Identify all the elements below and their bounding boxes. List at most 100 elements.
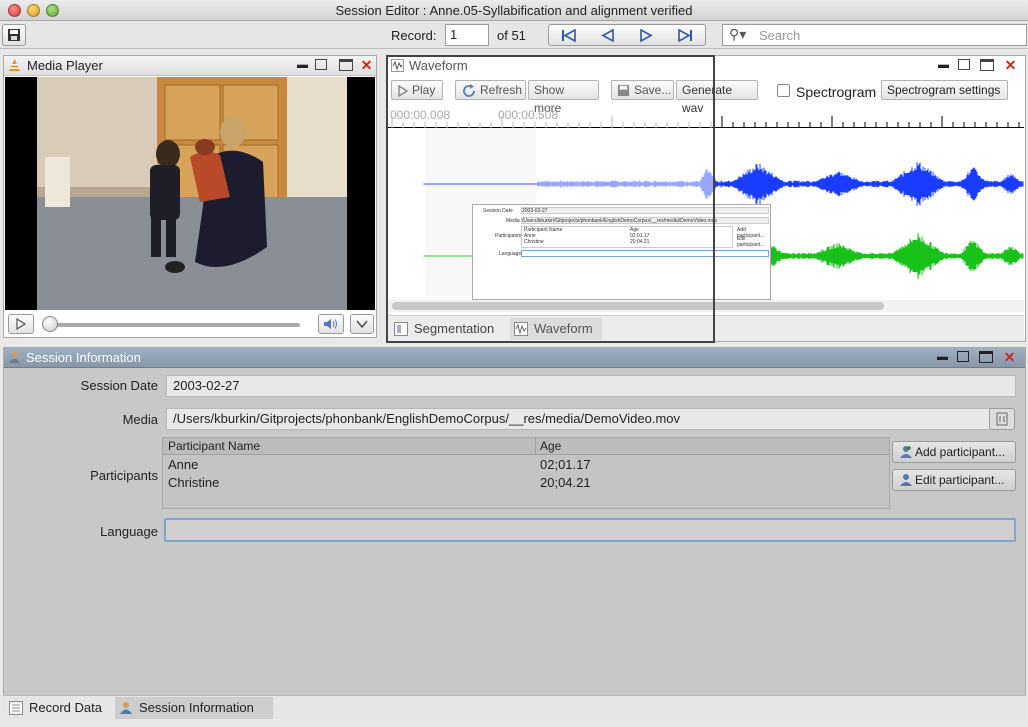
minimize-window-icon[interactable]	[27, 4, 40, 17]
participant-name: Anne	[168, 457, 199, 472]
waveform-title: Waveform	[409, 58, 468, 73]
waveform-header: Waveform ▬ ✕	[387, 56, 1025, 76]
thumb-media: /Users/kburkin/Gitprojects/phonbank/Engl…	[521, 217, 769, 224]
tab-record-data-label: Record Data	[29, 700, 102, 715]
thumb-participants-label: Participants	[495, 233, 522, 239]
edit-participant-label: Edit participant...	[915, 473, 1005, 487]
video-still-image	[37, 77, 347, 310]
session-information-title: Session Information	[26, 350, 141, 365]
tab-session-information-label: Session Information	[139, 700, 254, 715]
waveform-play-button[interactable]: Play	[391, 80, 443, 100]
add-participant-label: Add participant...	[915, 445, 1006, 459]
drag-preview-thumbnail: Session Date 2003-02-27 Media /Users/kbu…	[472, 204, 771, 300]
previous-record-icon[interactable]	[601, 29, 615, 42]
waveform-scroll-thumb[interactable]	[392, 302, 884, 310]
zoom-window-icon[interactable]	[46, 4, 59, 17]
media-player-header: Media Player ▬ ✕	[4, 56, 376, 76]
browse-media-button[interactable]	[989, 408, 1015, 430]
last-record-icon[interactable]	[677, 29, 693, 42]
spectrogram-checkbox[interactable]	[777, 84, 790, 97]
refresh-button[interactable]: Refresh	[455, 80, 526, 100]
thumb-row-age: 20;04.21	[630, 239, 650, 245]
record-number-input[interactable]: 1	[445, 24, 489, 46]
header-participant-name[interactable]: Participant Name	[168, 438, 260, 455]
volume-button[interactable]	[318, 314, 344, 334]
spectrogram-settings-button[interactable]: Spectrogram settings	[881, 80, 1008, 100]
waveform-scrollbar[interactable]	[388, 300, 1024, 312]
waveform-icon	[514, 322, 528, 336]
close-panel-icon[interactable]: ✕	[360, 58, 373, 72]
video-frame[interactable]	[5, 77, 375, 310]
search-input[interactable]: ⚲▾ Search	[722, 24, 1027, 46]
add-participant-button[interactable]: Add participant...	[892, 441, 1016, 463]
tab-segmentation-label: Segmentation	[414, 321, 495, 336]
float-panel-icon[interactable]	[957, 351, 969, 362]
tab-waveform[interactable]: Waveform	[510, 318, 602, 340]
tab-record-data[interactable]: Record Data	[5, 697, 113, 719]
toolbar: Record: 1 of 51 ⚲▾ Search	[0, 21, 1028, 49]
session-information-panel: Session Information ▬ ✕ Session Date 200…	[3, 347, 1026, 697]
participants-label: Participants	[90, 468, 158, 483]
record-label: Record:	[391, 28, 437, 43]
header-divider	[535, 438, 536, 455]
folder-icon	[996, 412, 1008, 426]
show-more-button[interactable]: Show more	[528, 80, 599, 115]
session-date-field[interactable]: 2003-02-27	[166, 375, 1016, 397]
participant-age: 20;04.21	[540, 475, 591, 490]
maximize-panel-icon[interactable]	[339, 59, 353, 71]
thumb-language	[521, 250, 769, 257]
search-icon: ⚲▾	[729, 26, 747, 42]
language-label: Language	[100, 524, 158, 539]
close-window-icon[interactable]	[8, 4, 21, 17]
waveform-toolbar: Play Refresh Show more Save... Generate …	[387, 80, 1025, 115]
time-ticks	[391, 116, 1020, 128]
minimize-panel-icon[interactable]: ▬	[296, 59, 309, 72]
media-menu-button[interactable]	[350, 314, 374, 334]
next-record-icon[interactable]	[639, 29, 653, 42]
header-age[interactable]: Age	[540, 438, 561, 455]
media-seek-track[interactable]	[48, 323, 300, 327]
close-panel-icon[interactable]: ✕	[1003, 350, 1016, 364]
search-placeholder: Search	[759, 28, 801, 43]
tab-session-information[interactable]: Session Information	[115, 697, 273, 719]
tab-waveform-label: Waveform	[534, 321, 593, 336]
participants-table-header: Participant Name Age	[163, 438, 889, 455]
refresh-icon	[463, 84, 475, 97]
media-seek-handle[interactable]	[42, 316, 58, 332]
minimize-panel-icon[interactable]: ▬	[936, 351, 949, 364]
thumb-row-name: Christine	[524, 239, 544, 245]
close-panel-icon[interactable]: ✕	[1004, 58, 1017, 72]
float-panel-icon[interactable]	[315, 59, 327, 70]
play-button[interactable]	[8, 314, 34, 334]
session-date-label: Session Date	[80, 378, 158, 393]
spectrogram-settings-label: Spectrogram settings	[887, 83, 1001, 97]
media-player-panel: Media Player ▬ ✕	[3, 55, 377, 338]
thumb-session-date: 2003-02-27	[521, 207, 769, 214]
edit-user-icon	[900, 474, 912, 486]
table-row[interactable]: Christine 20;04.21	[163, 474, 889, 492]
save-waveform-button[interactable]: Save...	[611, 80, 674, 100]
edit-participant-button[interactable]: Edit participant...	[892, 469, 1016, 491]
save-icon	[8, 29, 20, 41]
maximize-panel-icon[interactable]	[980, 59, 994, 71]
participant-age: 02;01.17	[540, 457, 591, 472]
media-label: Media	[122, 412, 158, 427]
thumb-edit: Edit participant...	[737, 236, 765, 248]
title-bar: Session Editor : Anne.05-Syllabification…	[0, 0, 1028, 21]
minimize-panel-icon[interactable]: ▬	[937, 59, 950, 72]
maximize-panel-icon[interactable]	[979, 351, 993, 363]
language-input[interactable]	[164, 518, 1016, 542]
segmentation-icon	[394, 322, 408, 336]
save-button[interactable]	[2, 24, 26, 46]
participants-table[interactable]: Participant Name Age Anne 02;01.17 Chris…	[162, 437, 890, 509]
thumb-session-date-label: Session Date	[483, 208, 513, 214]
media-player-title: Media Player	[27, 58, 103, 73]
table-row[interactable]: Anne 02;01.17	[163, 456, 889, 474]
float-panel-icon[interactable]	[958, 59, 970, 70]
spectrogram-label: Spectrogram	[796, 84, 877, 100]
tab-segmentation[interactable]: Segmentation	[390, 318, 508, 340]
generate-wav-button[interactable]: Generate wav	[676, 80, 758, 115]
first-record-icon[interactable]	[561, 29, 577, 42]
media-field[interactable]: /Users/kburkin/Gitprojects/phonbank/Engl…	[166, 408, 992, 430]
thumb-language-label: Language	[499, 251, 522, 257]
